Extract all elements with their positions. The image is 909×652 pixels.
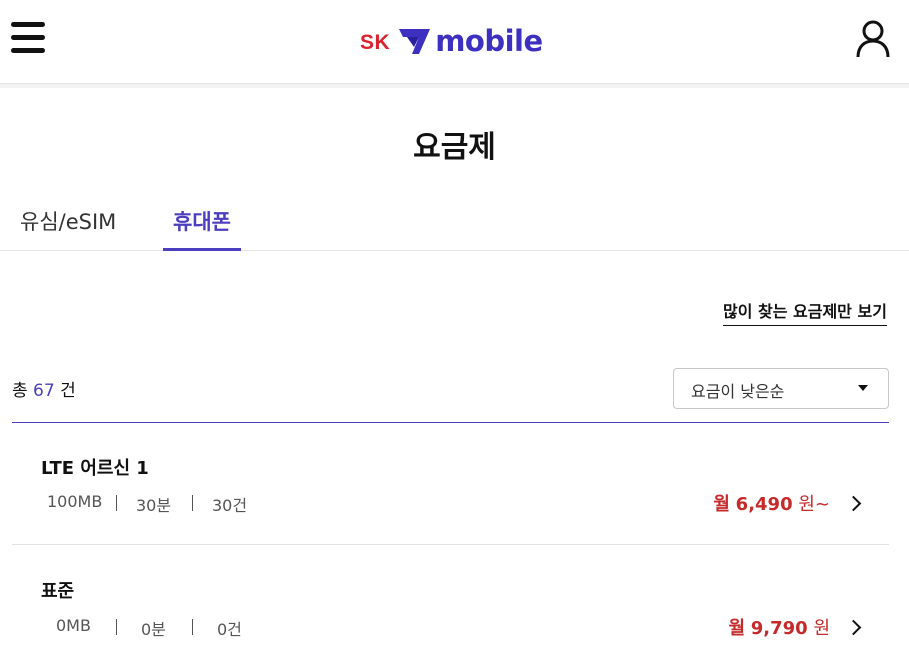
- plan-data: 0MB: [56, 616, 91, 635]
- plan-data: 100MB: [47, 492, 103, 511]
- plan-name: 표준: [41, 581, 75, 602]
- menu-bar: [11, 35, 45, 40]
- caret-down-icon: [858, 385, 868, 391]
- brand-logo[interactable]: SK mobile: [360, 24, 543, 58]
- menu-bar: [11, 48, 45, 53]
- sort-selected-label: 요금이 낮은순: [691, 382, 785, 401]
- count-number: 67: [33, 381, 55, 401]
- price-unit: 원~: [798, 494, 830, 515]
- chevron-right-icon: [845, 495, 862, 512]
- logo-mobile-text: mobile: [435, 24, 543, 58]
- spec-separator: [192, 495, 193, 511]
- logo-sk-text: SK: [360, 31, 391, 54]
- tab-usim-esim[interactable]: 유심/eSIM: [20, 206, 116, 251]
- user-icon[interactable]: [855, 20, 891, 58]
- sort-dropdown[interactable]: 요금이 낮은순: [673, 368, 889, 409]
- tab-phone[interactable]: 휴대폰: [163, 206, 241, 251]
- price-prefix: 월: [713, 494, 730, 515]
- result-count: 총 67 건: [12, 376, 76, 401]
- plan-voice: 0분: [141, 620, 166, 639]
- page-title: 요금제: [413, 130, 496, 165]
- plan-item[interactable]: LTE 어르신 1 100MB 30분 30건 월 6,490 원~: [12, 423, 889, 545]
- spec-separator: [192, 619, 193, 635]
- price-amount: 6,490: [735, 494, 793, 515]
- hamburger-menu-icon[interactable]: [11, 22, 45, 54]
- plan-price: 월 6,490 원~: [713, 490, 830, 516]
- plan-sms: 30건: [212, 496, 248, 515]
- count-suffix: 건: [60, 381, 76, 401]
- spec-separator: [116, 495, 117, 511]
- plan-item[interactable]: 표준 0MB 0분 0건 월 9,790 원: [12, 546, 889, 652]
- chevron-right-icon: [845, 619, 862, 636]
- plan-sms: 0건: [217, 620, 242, 639]
- popular-plans-link[interactable]: 많이 찾는 요금제만 보기: [723, 298, 887, 326]
- logo-seven-icon: [399, 29, 431, 54]
- price-amount: 9,790: [750, 618, 808, 639]
- plan-voice: 30분: [136, 496, 172, 515]
- plan-tabs: 유심/eSIM 휴대폰: [0, 196, 909, 251]
- price-unit: 원: [813, 618, 830, 639]
- plan-name: LTE 어르신 1: [41, 458, 149, 479]
- count-prefix: 총: [12, 381, 28, 401]
- spec-separator: [116, 619, 117, 635]
- price-prefix: 월: [728, 618, 746, 639]
- plan-price: 월 9,790 원: [728, 614, 830, 640]
- header-divider: [0, 84, 909, 88]
- menu-bar: [11, 22, 45, 27]
- top-header: SK mobile: [0, 0, 909, 84]
